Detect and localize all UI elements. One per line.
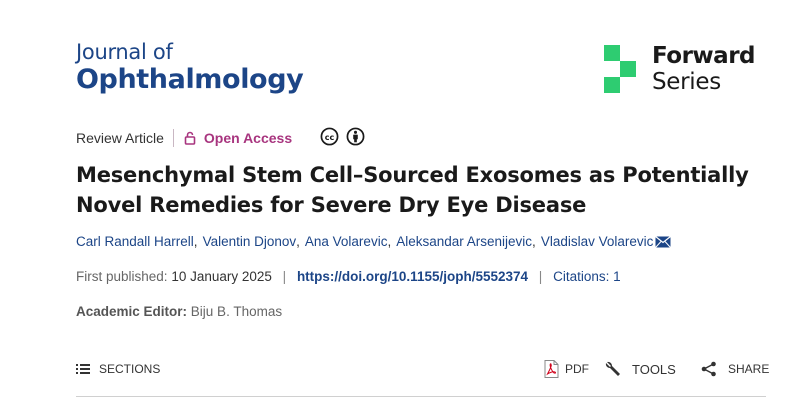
author-link[interactable]: Vladislav Volarevic bbox=[541, 234, 654, 249]
editor-label: Academic Editor: bbox=[76, 304, 188, 319]
journal-logo[interactable]: Journal of Ophthalmology bbox=[76, 40, 304, 95]
journal-name-line1: Journal of bbox=[76, 40, 173, 64]
author-separator: , bbox=[387, 234, 392, 249]
author-separator: , bbox=[532, 234, 536, 249]
tools-label: TOOLS bbox=[632, 361, 676, 377]
mail-icon[interactable] bbox=[655, 235, 672, 248]
list-icon bbox=[76, 364, 90, 374]
open-access-badge: Open Access bbox=[184, 130, 292, 146]
pdf-label: PDF bbox=[565, 362, 589, 376]
citations-link[interactable]: Citations: 1 bbox=[553, 269, 621, 284]
forward-series-logo-icon bbox=[604, 45, 637, 100]
article-title: Mesenchymal Stem Cell–Sourced Exosomes a… bbox=[76, 163, 749, 217]
by-icon[interactable] bbox=[346, 127, 365, 149]
info-divider: | bbox=[538, 269, 543, 284]
open-access-label: Open Access bbox=[203, 130, 293, 146]
first-published-label: First published: bbox=[76, 269, 168, 284]
info-divider: | bbox=[282, 269, 287, 284]
first-published-date: 10 January 2025 bbox=[171, 269, 272, 284]
lock-icon bbox=[184, 131, 196, 145]
pdf-icon bbox=[544, 360, 559, 378]
series-word: Series bbox=[652, 69, 721, 95]
svg-text:cc: cc bbox=[325, 133, 335, 142]
publication-info: First published: 10 January 2025 | https… bbox=[76, 269, 621, 284]
toolbar-divider bbox=[76, 396, 766, 397]
author-link[interactable]: Valentin Djonov bbox=[203, 234, 297, 249]
sections-label: SECTIONS bbox=[99, 362, 161, 376]
share-label: SHARE bbox=[728, 362, 770, 376]
share-button[interactable]: SHARE bbox=[701, 359, 769, 379]
sections-button[interactable]: SECTIONS bbox=[76, 359, 160, 379]
forward-word: Forward bbox=[652, 43, 756, 69]
editor-name: Biju B. Thomas bbox=[190, 304, 283, 319]
academic-editor: Academic Editor: Biju B. Thomas bbox=[76, 304, 282, 319]
doi-link[interactable]: https://doi.org/10.1155/joph/5552374 bbox=[297, 269, 528, 284]
author-separator: , bbox=[296, 234, 300, 249]
cc-icon[interactable]: cc bbox=[320, 127, 339, 149]
article-meta-row: Review Article Open Access cc bbox=[76, 127, 372, 149]
author-link[interactable]: Ana Volarevic bbox=[305, 234, 388, 249]
share-icon bbox=[701, 361, 716, 377]
author-list: Carl Randall Harrell, Valentin Djonov, A… bbox=[76, 234, 672, 249]
meta-divider bbox=[172, 129, 174, 147]
article-type: Review Article bbox=[76, 130, 164, 146]
author-link[interactable]: Carl Randall Harrell bbox=[76, 234, 194, 249]
journal-name-line2: Ophthalmology bbox=[76, 64, 304, 95]
author-separator: , bbox=[193, 234, 198, 249]
license-icons[interactable]: cc bbox=[320, 127, 372, 149]
author-link[interactable]: Aleksandar Arsenijevic bbox=[396, 234, 532, 249]
tools-button[interactable]: TOOLS bbox=[604, 359, 676, 379]
forward-series-wordmark: Forward Series bbox=[652, 43, 756, 95]
article-toolbar: SECTIONS PDF TOOLS SHARE bbox=[76, 359, 769, 379]
pdf-button[interactable]: PDF bbox=[544, 359, 589, 379]
wrench-icon bbox=[605, 361, 620, 376]
